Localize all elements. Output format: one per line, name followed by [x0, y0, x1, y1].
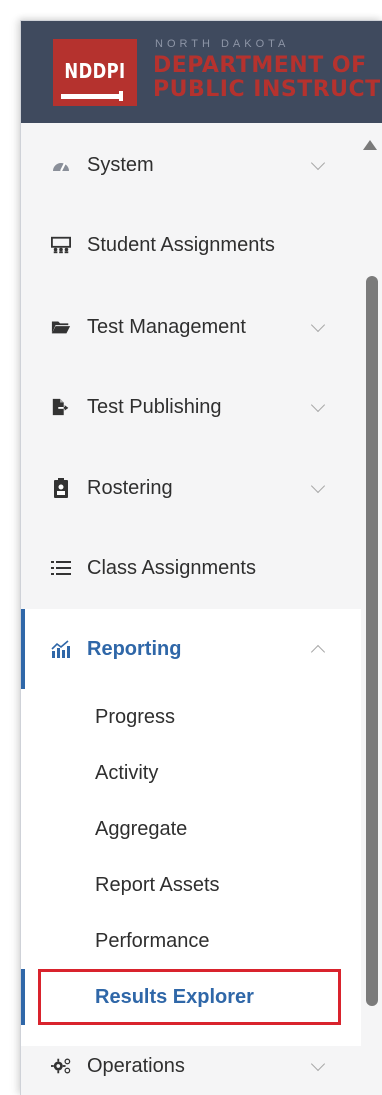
sidebar-item-system[interactable]: System — [21, 125, 361, 205]
clipboard-icon — [51, 478, 71, 498]
sidebar-item-student-assignments[interactable]: Student Assignments — [21, 205, 361, 285]
scroll-up-arrow[interactable] — [363, 140, 377, 150]
agency-state: NORTH DAKOTA — [155, 38, 290, 50]
agency-name-line2: PUBLIC INSTRUCTIO — [153, 77, 382, 102]
sub-item-aggregate[interactable]: Aggregate — [95, 818, 187, 841]
gears-icon — [51, 1056, 71, 1076]
chevron-down-icon — [310, 397, 326, 413]
gauge-icon — [51, 155, 71, 175]
chart-bar-icon — [51, 639, 71, 659]
sidebar-item-label: Test Publishing — [87, 395, 222, 418]
students-icon — [51, 235, 71, 255]
folder-icon — [51, 317, 71, 337]
chevron-down-icon — [310, 317, 326, 333]
sub-item-results-explorer[interactable]: Results Explorer — [95, 986, 254, 1009]
sidebar-item-test-management[interactable]: Test Management — [21, 287, 361, 367]
logo-text: NDDPI — [64, 59, 126, 83]
sidebar-item-class-assignments[interactable]: Class Assignments — [21, 528, 361, 608]
sidebar-frame: NDDPI NORTH DAKOTA DEPARTMENT OF PUBLIC … — [20, 20, 382, 1095]
logo-book-end — [119, 91, 123, 101]
sidebar-item-test-publishing[interactable]: Test Publishing — [21, 367, 361, 447]
chevron-up-icon — [310, 644, 326, 660]
sidebar-item-rostering[interactable]: Rostering — [21, 448, 361, 528]
sidebar-item-reporting[interactable]: Reporting — [21, 609, 361, 689]
sidebar-item-operations[interactable]: Operations — [21, 1026, 361, 1095]
sidebar-item-label: System — [87, 153, 154, 176]
list-icon — [51, 558, 71, 578]
nddpi-logo[interactable]: NDDPI — [53, 39, 137, 106]
sidebar-item-label: Test Management — [87, 315, 246, 338]
chevron-down-icon — [310, 155, 326, 171]
selected-indicator — [21, 969, 25, 1025]
agency-name-line1: DEPARTMENT OF — [153, 53, 367, 78]
logo-book-icon — [61, 94, 121, 99]
file-export-icon — [51, 397, 71, 417]
sidebar-item-label: Class Assignments — [87, 556, 256, 579]
sub-item-activity[interactable]: Activity — [95, 762, 158, 785]
sidebar-item-label: Reporting — [87, 637, 182, 660]
chevron-down-icon — [310, 1056, 326, 1072]
sidebar-item-label: Rostering — [87, 476, 173, 499]
scrollbar-thumb[interactable] — [366, 276, 378, 1006]
chevron-down-icon — [310, 478, 326, 494]
sidebar-item-label: Student Assignments — [87, 233, 275, 256]
sidebar-item-label: Operations — [87, 1054, 185, 1077]
sub-item-progress[interactable]: Progress — [95, 706, 175, 729]
app-header: NDDPI NORTH DAKOTA DEPARTMENT OF PUBLIC … — [21, 21, 382, 123]
sub-item-performance[interactable]: Performance — [95, 930, 210, 953]
sub-item-report-assets[interactable]: Report Assets — [95, 874, 220, 897]
